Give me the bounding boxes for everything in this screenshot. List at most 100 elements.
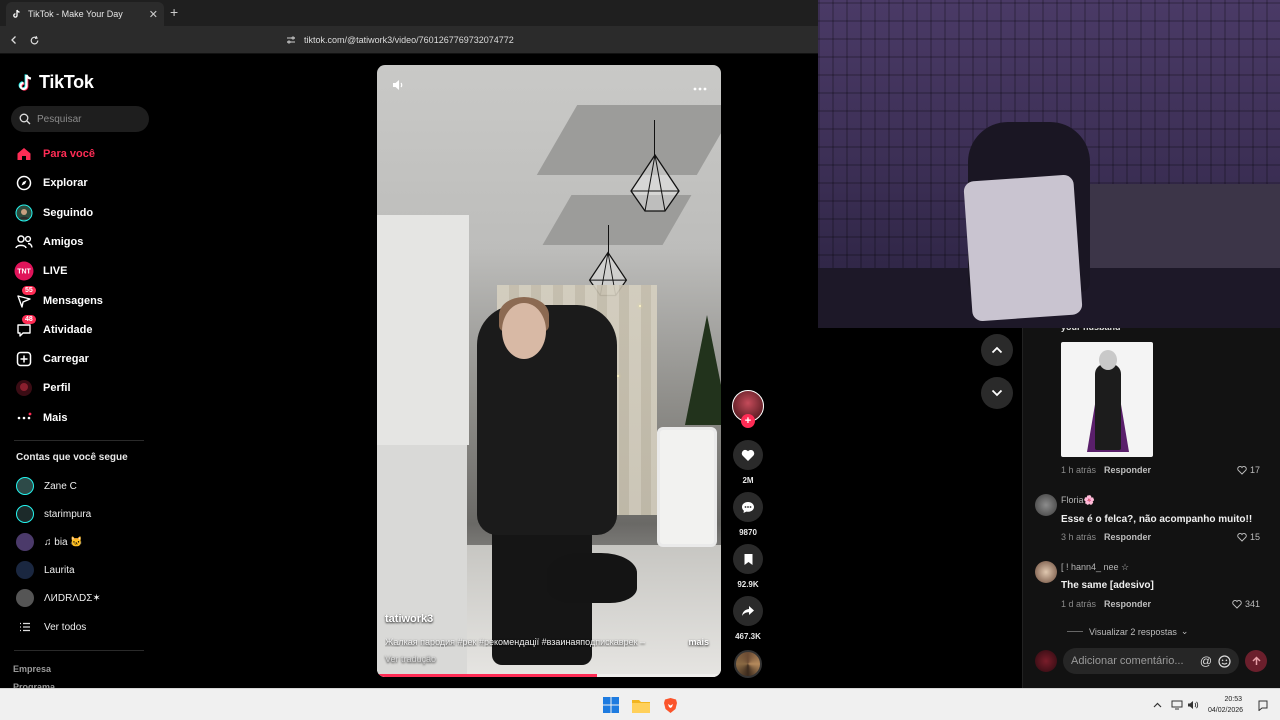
comment-username[interactable]: [ ! hann4_ nee ☆: [1061, 562, 1129, 573]
account-name: ΛИDRΛDΣ✶: [44, 592, 101, 604]
chevron-up-icon[interactable]: [1148, 696, 1166, 714]
comment-like-button[interactable]: 17: [1237, 465, 1260, 475]
reply-button[interactable]: Responder: [1104, 465, 1151, 475]
nav-label: Amigos: [43, 236, 84, 248]
video-caption: Жалкая пародия #рек #рекомендації #взаин…: [385, 637, 646, 647]
file-explorer-icon[interactable]: [632, 696, 650, 714]
nav-amigos[interactable]: Amigos: [14, 231, 83, 253]
comment-meta: 3 h atrás Responder: [1061, 532, 1151, 542]
following-account[interactable]: ♫ bia 🐱: [16, 532, 83, 552]
chair: [657, 427, 717, 547]
pillow: [963, 174, 1083, 322]
share-count: 467.3K: [735, 632, 761, 641]
browser-tab[interactable]: TikTok - Make Your Day ✕: [6, 2, 164, 26]
volume-icon[interactable]: [391, 78, 405, 97]
footer-link-empresa[interactable]: Empresa: [13, 664, 51, 674]
following-account[interactable]: ΛИDRΛDΣ✶: [16, 588, 101, 608]
christmas-tree: [685, 315, 721, 425]
system-clock[interactable]: 20:53 04/02/2026: [1208, 694, 1243, 716]
arrow-up-icon: [1251, 656, 1261, 665]
nav-label: LIVE: [43, 265, 68, 277]
windows-start-icon[interactable]: [602, 696, 620, 714]
account-name: ♫ bia 🐱: [44, 536, 83, 548]
account-name: Zane C: [44, 480, 77, 492]
user-avatar: [1035, 650, 1057, 672]
caption-more-button[interactable]: mais: [688, 637, 709, 647]
nav-mensagens[interactable]: 55 Mensagens: [14, 286, 103, 312]
person: [477, 305, 617, 535]
tiktok-logo-icon: [18, 73, 32, 91]
mention-icon[interactable]: @: [1200, 654, 1212, 668]
avatar: [16, 477, 34, 495]
tiktok-logo[interactable]: TikTok: [16, 72, 94, 93]
lamp-wire: [654, 120, 655, 155]
emoji-icon[interactable]: [1218, 654, 1231, 668]
avatar: [16, 533, 34, 551]
fairy-light: [617, 375, 619, 377]
reload-icon[interactable]: [26, 32, 42, 48]
new-tab-icon[interactable]: +: [170, 4, 178, 20]
like-button[interactable]: [733, 440, 763, 470]
save-button[interactable]: [733, 544, 763, 574]
comment-button[interactable]: [733, 492, 763, 522]
comment-like-count: 341: [1244, 599, 1260, 609]
nav-live[interactable]: TNT LIVE: [14, 260, 67, 282]
send-comment-button[interactable]: [1245, 650, 1267, 672]
share-button[interactable]: [733, 596, 763, 626]
search-placeholder: Pesquisar: [37, 113, 82, 125]
nav-perfil[interactable]: Perfil: [14, 377, 71, 399]
following-account[interactable]: Zane C: [16, 476, 77, 496]
heart-outline-icon: [1237, 532, 1247, 542]
account-name: Laurita: [44, 564, 75, 576]
nav-atividade[interactable]: 48 Atividade: [14, 315, 93, 341]
url-field[interactable]: tiktok.com/@tatiwork3/video/760126776973…: [280, 30, 820, 50]
comment-avatar[interactable]: [1035, 494, 1057, 516]
comment-avatar[interactable]: [1035, 561, 1057, 583]
previous-video-button[interactable]: [981, 334, 1013, 366]
close-tab-icon[interactable]: ✕: [149, 8, 158, 21]
video-progress-bar[interactable]: [377, 674, 721, 677]
browser-tab-bar: TikTok - Make Your Day ✕ +: [0, 0, 820, 26]
nav-seguindo[interactable]: Seguindo: [14, 202, 93, 224]
comment-like-button[interactable]: 341: [1232, 599, 1260, 609]
music-disc-icon[interactable]: [734, 650, 762, 678]
next-video-button[interactable]: [981, 377, 1013, 409]
video-author[interactable]: tatiwork3: [385, 613, 433, 625]
messages-icon: 55: [14, 286, 36, 311]
friends-icon: [14, 232, 34, 252]
fairy-light: [639, 305, 641, 307]
notification-icon[interactable]: [1254, 696, 1272, 714]
view-replies-button[interactable]: Visualizar 2 respostas ⌄: [1067, 626, 1188, 637]
translate-button[interactable]: Ver tradução: [385, 654, 436, 664]
search-input[interactable]: Pesquisar: [11, 106, 149, 132]
comment-like-button[interactable]: 15: [1237, 532, 1260, 542]
video-player[interactable]: tatiwork3 Жалкая пародия #рек #рекоменда…: [377, 65, 721, 677]
comment-time: 1 d atrás: [1061, 599, 1097, 609]
nav-explorar[interactable]: Explorar: [14, 172, 88, 194]
site-settings-icon[interactable]: [286, 35, 296, 45]
tab-title: TikTok - Make Your Day: [28, 9, 123, 19]
volume-icon[interactable]: [1184, 696, 1202, 714]
following-account[interactable]: starimpura: [16, 504, 91, 524]
see-all-following[interactable]: Ver todos: [16, 617, 86, 637]
following-account[interactable]: Laurita: [16, 560, 75, 580]
brave-browser-icon[interactable]: [661, 696, 679, 714]
reply-button[interactable]: Responder: [1104, 532, 1151, 542]
nav-mais[interactable]: Mais: [14, 407, 67, 429]
back-icon[interactable]: [6, 32, 22, 48]
follow-plus-icon[interactable]: +: [741, 414, 755, 428]
comment-input[interactable]: Adicionar comentário... @: [1063, 648, 1239, 674]
comment-sticker-image: [1061, 342, 1153, 457]
reply-button[interactable]: Responder: [1104, 599, 1151, 609]
comment-username[interactable]: Floria🌸: [1061, 495, 1095, 506]
nav-para-voce[interactable]: Para você: [14, 143, 95, 165]
nav-label: Carregar: [43, 353, 89, 365]
heart-outline-icon: [1237, 465, 1247, 475]
live-icon: TNT: [14, 261, 34, 281]
search-icon: [19, 113, 31, 125]
nav-label: Atividade: [43, 324, 93, 336]
heart-icon: [741, 449, 755, 461]
nav-carregar[interactable]: Carregar: [14, 348, 89, 370]
more-options-icon[interactable]: [693, 78, 707, 96]
nav-label: Perfil: [43, 382, 71, 394]
